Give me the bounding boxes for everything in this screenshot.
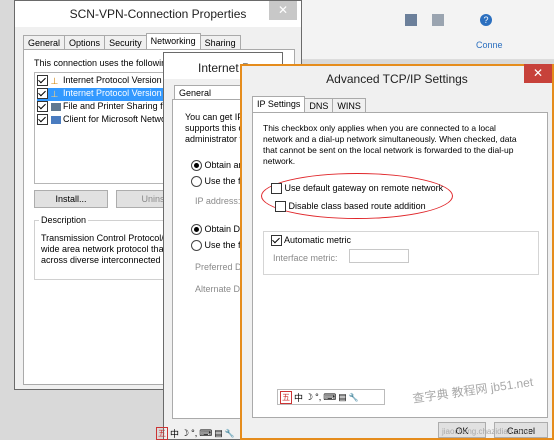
- interface-metric-input[interactable]: [349, 249, 409, 263]
- interface-metric-label: Interface metric:: [273, 253, 338, 263]
- automatic-metric-checkbox[interactable]: [271, 235, 282, 247]
- disable-class-route-checkbox[interactable]: [275, 201, 286, 213]
- list-item-label: File and Printer Sharing for: [63, 101, 171, 111]
- obtain-dns-option[interactable]: Obtain DN: [191, 224, 247, 236]
- ime-punctuation-icon[interactable]: °,: [191, 428, 197, 438]
- list-item-label: Internet Protocol Version 4: [63, 88, 170, 98]
- info-line: that cannot be sent on the local network…: [263, 145, 514, 155]
- bottom-ime-toolbar: 五 中 ☽ °, ⌨ ▤ 🔧: [156, 426, 240, 440]
- use-dns-option[interactable]: Use the fo: [191, 240, 246, 252]
- use-default-gateway-option[interactable]: Use default gateway on remote network: [271, 183, 444, 195]
- info-line: network.: [263, 156, 296, 166]
- ime-settings-icon[interactable]: 🔧: [225, 429, 235, 438]
- window-titlebar: SCN-VPN-Connection Properties ✕: [15, 1, 301, 27]
- item-checkbox[interactable]: [37, 88, 48, 100]
- tab-networking[interactable]: Networking: [145, 33, 201, 50]
- description-line: Transmission Control Protocol/Ir: [41, 233, 170, 243]
- ime-mode-icon[interactable]: 五: [280, 390, 292, 404]
- tab-ip-settings[interactable]: IP Settings: [252, 96, 306, 113]
- use-default-gateway-checkbox[interactable]: [271, 183, 282, 195]
- ip-address-label: IP address:: [195, 196, 241, 206]
- ime-chinese-icon[interactable]: 中: [294, 391, 303, 404]
- ip-settings-panel: This checkbox only applies when you are …: [252, 112, 548, 418]
- toolbar-icon-1[interactable]: [405, 14, 417, 26]
- ime-menu-icon[interactable]: ▤: [338, 392, 347, 403]
- window-titlebar: Advanced TCP/IP Settings ✕: [242, 64, 552, 90]
- install-button[interactable]: Install...: [34, 190, 108, 208]
- disable-class-route-option[interactable]: Disable class based route addition: [275, 201, 426, 213]
- ime-mode-icon[interactable]: 五: [156, 426, 168, 440]
- obtain-ip-option[interactable]: Obtain an: [191, 160, 244, 172]
- description-line: wide area network protocol that: [41, 244, 167, 254]
- intro-line: supports this ca: [185, 123, 249, 133]
- use-ip-radio[interactable]: [191, 176, 202, 188]
- automatic-metric-label: Automatic metric: [284, 235, 352, 245]
- ime-chinese-icon[interactable]: 中: [170, 427, 179, 440]
- obtain-ip-label: Obtain an: [204, 160, 244, 170]
- use-ip-option[interactable]: Use the fo: [191, 176, 246, 188]
- ime-toolbar: 五 中 ☽ °, ⌨ ▤ 🔧: [277, 389, 385, 405]
- ime-halfwidth-icon[interactable]: ☽: [305, 392, 313, 403]
- ime-punctuation-icon[interactable]: °,: [315, 392, 321, 402]
- close-button[interactable]: ✕: [269, 1, 297, 20]
- info-line: network and a dial-up network simultaneo…: [263, 134, 517, 144]
- background-link[interactable]: Conne: [476, 40, 503, 50]
- background-app-toolbar: ? Conne: [300, 0, 554, 60]
- close-icon: ✕: [532, 66, 544, 80]
- window-title: Advanced TCP/IP Settings: [326, 72, 468, 86]
- close-icon: ✕: [277, 3, 289, 17]
- uses-following-label: This connection uses the following: [34, 58, 172, 68]
- automatic-metric-option[interactable]: Automatic metric: [271, 235, 352, 247]
- help-icon[interactable]: ?: [480, 14, 492, 26]
- disable-class-route-label: Disable class based route addition: [288, 201, 426, 211]
- close-button[interactable]: ✕: [524, 64, 552, 83]
- network-client-icon: [50, 115, 61, 124]
- intro-line: administrator fo: [185, 134, 248, 144]
- description-line: across diverse interconnected n: [41, 255, 169, 265]
- protocol-icon: ⊥: [50, 76, 59, 87]
- item-checkbox[interactable]: [37, 75, 48, 87]
- obtain-ip-radio[interactable]: [191, 160, 202, 172]
- ime-keyboard-icon[interactable]: ⌨: [323, 392, 336, 403]
- item-checkbox[interactable]: [37, 114, 48, 126]
- intro-line: You can get IP: [185, 112, 244, 122]
- description-title: Description: [39, 215, 89, 225]
- printer-sharing-icon: [50, 102, 61, 111]
- list-item-label: Client for Microsoft Network: [63, 114, 174, 124]
- ime-settings-icon[interactable]: 🔧: [349, 393, 359, 402]
- protocol-icon: ⊥: [50, 89, 59, 100]
- ime-keyboard-icon[interactable]: ⌨: [199, 428, 212, 439]
- list-item-label: Internet Protocol Version 6: [63, 75, 170, 85]
- info-line: This checkbox only applies when you are …: [263, 123, 496, 133]
- item-checkbox[interactable]: [37, 101, 48, 113]
- ime-halfwidth-icon[interactable]: ☽: [181, 428, 189, 439]
- use-dns-radio[interactable]: [191, 240, 202, 252]
- ime-menu-icon[interactable]: ▤: [214, 428, 223, 439]
- watermark-url: jiaocheng.chazidian.com: [442, 427, 530, 436]
- obtain-dns-radio[interactable]: [191, 224, 202, 236]
- use-default-gateway-label: Use default gateway on remote network: [284, 183, 444, 193]
- alternate-dns-label: Alternate DN: [195, 284, 247, 294]
- toolbar-icon-2[interactable]: [432, 14, 444, 26]
- window-title: SCN-VPN-Connection Properties: [69, 7, 247, 21]
